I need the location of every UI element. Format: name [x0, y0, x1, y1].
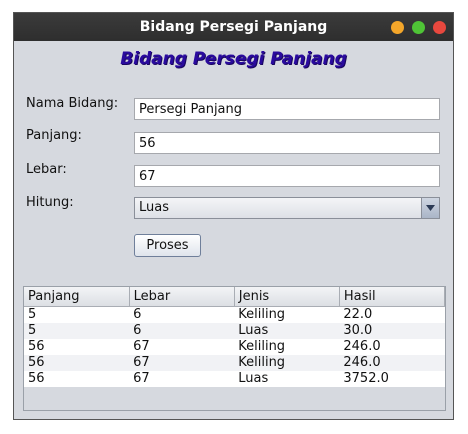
column-header-panjang[interactable]: Panjang: [24, 287, 130, 307]
column-header-hasil[interactable]: Hasil: [339, 287, 445, 307]
results-table-container[interactable]: Panjang Lebar Jenis Hasil 5 6 Keliling 2…: [23, 286, 446, 411]
cell-jenis: Keliling: [234, 306, 340, 323]
cell-panjang: 5: [24, 306, 130, 323]
cell-jenis: Keliling: [234, 355, 340, 371]
cell-lebar: 6: [129, 306, 235, 323]
table-header-row: Panjang Lebar Jenis Hasil: [24, 287, 445, 307]
cell-lebar: 67: [129, 339, 235, 355]
minimize-button[interactable]: [391, 21, 404, 34]
form-heading: Bidang Persegi Panjang: [120, 49, 347, 69]
maximize-button[interactable]: [412, 21, 425, 34]
proses-button[interactable]: Proses: [134, 234, 201, 257]
cell-hasil: 30.0: [339, 323, 445, 339]
cell-hasil: 246.0: [339, 339, 445, 355]
window-title: Bidang Persegi Panjang: [139, 19, 328, 35]
cell-panjang: 5: [24, 323, 130, 339]
app-window: Bidang Persegi Panjang Bidang Persegi Pa…: [13, 12, 454, 420]
cell-lebar: 67: [129, 355, 235, 371]
nama-bidang-label: Nama Bidang:: [26, 96, 119, 111]
dropdown-arrow-button[interactable]: [421, 198, 439, 218]
cell-lebar: 6: [129, 323, 235, 339]
cell-jenis: Keliling: [234, 339, 340, 355]
table-row[interactable]: 56 67 Keliling 246.0: [24, 355, 445, 371]
hitung-selected-value: Luas: [139, 200, 169, 215]
cell-hasil: 22.0: [339, 306, 445, 323]
cell-jenis: Luas: [234, 371, 340, 387]
cell-jenis: Luas: [234, 323, 340, 339]
cell-lebar: 67: [129, 371, 235, 387]
column-header-jenis[interactable]: Jenis: [234, 287, 340, 307]
chevron-down-icon: [426, 205, 435, 211]
cell-hasil: 3752.0: [339, 371, 445, 387]
table-row[interactable]: 56 67 Keliling 246.0: [24, 339, 445, 355]
cell-panjang: 56: [24, 355, 130, 371]
cell-panjang: 56: [24, 339, 130, 355]
table-row[interactable]: 5 6 Keliling 22.0: [24, 306, 445, 323]
nama-bidang-field[interactable]: [134, 98, 440, 120]
title-bar[interactable]: Bidang Persegi Panjang: [14, 13, 453, 41]
panjang-field[interactable]: [134, 132, 440, 154]
lebar-field[interactable]: [134, 165, 440, 187]
column-header-lebar[interactable]: Lebar: [129, 287, 235, 307]
table-row[interactable]: 5 6 Luas 30.0: [24, 323, 445, 339]
hitung-label: Hitung:: [26, 195, 74, 210]
hitung-select[interactable]: Luas: [134, 197, 440, 219]
close-button[interactable]: [433, 21, 446, 34]
cell-panjang: 56: [24, 371, 130, 387]
lebar-label: Lebar:: [26, 162, 67, 177]
cell-hasil: 246.0: [339, 355, 445, 371]
panjang-label: Panjang:: [26, 128, 82, 143]
results-table: Panjang Lebar Jenis Hasil 5 6 Keliling 2…: [24, 287, 445, 387]
table-row[interactable]: 56 67 Luas 3752.0: [24, 371, 445, 387]
